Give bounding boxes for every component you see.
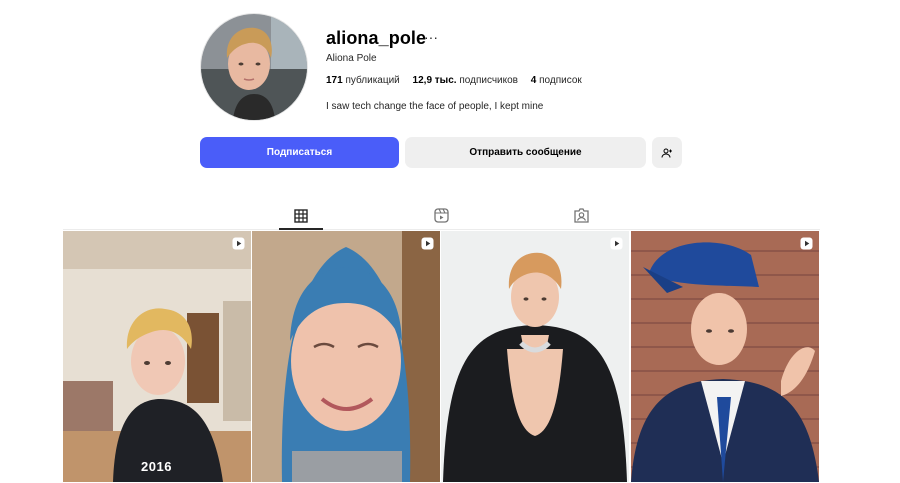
post-thumbnail[interactable] [252,231,440,482]
grid-icon [294,208,308,223]
profile-full-name: Aliona Pole [326,53,377,64]
suggested-accounts-button[interactable] [652,137,682,168]
profile-stats: 171 публикаций 12,9 тыс. подписчиков 4 п… [326,75,592,86]
avatar-photo [201,14,307,120]
posts-label: публикаций [345,75,400,86]
post-image [441,231,629,482]
post-thumbnail[interactable]: 2016 [63,231,251,482]
reel-icon [232,237,245,250]
posts-count: 171 [326,75,343,86]
add-person-icon [661,148,672,158]
post-thumbnail[interactable] [631,231,819,482]
reels-icon [433,208,449,223]
post-thumbnail[interactable] [441,231,629,482]
send-message-button[interactable]: Отправить сообщение [405,137,646,168]
post-image [63,231,251,482]
profile-avatar[interactable] [200,13,308,121]
post-image [631,231,819,482]
following-count: 4 [530,75,537,86]
tagged-icon [573,208,589,223]
tab-posts[interactable] [279,202,323,230]
followers-stat[interactable]: 12,9 тыс. подписчиков [413,75,518,86]
post-image [252,231,440,482]
post-caption: 2016 [141,459,172,474]
profile-username: aliona_pole [326,28,427,48]
posts-stat: 171 публикаций [326,75,400,86]
profile-bio: I saw tech change the face of people, I … [326,101,544,112]
following-stat[interactable]: 4 подписок [531,75,582,86]
tabs-divider [63,229,820,230]
tab-tagged[interactable] [559,202,603,229]
following-label: подписок [539,75,582,86]
reel-icon [610,237,623,250]
reel-icon [800,237,813,250]
reel-icon [421,237,434,250]
more-options-icon[interactable]: ··· [424,30,438,44]
tab-reels[interactable] [419,202,463,229]
follow-button[interactable]: Подписаться [200,137,399,168]
followers-label: подписчиков [459,75,518,86]
followers-count: 12,9 тыс. [412,75,457,86]
